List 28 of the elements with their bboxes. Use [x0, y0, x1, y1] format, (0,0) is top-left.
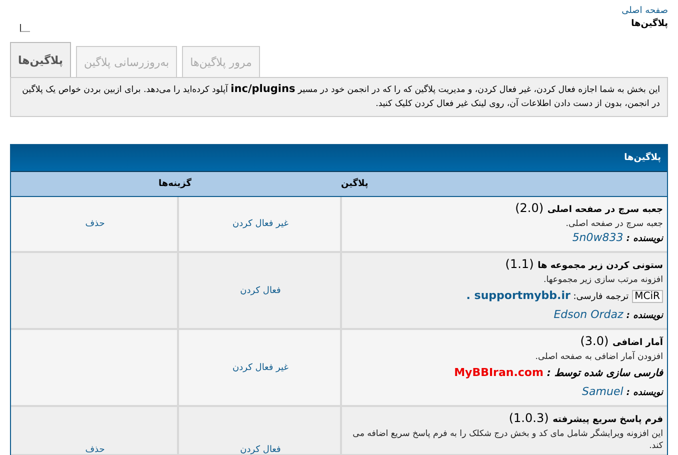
author-name: 5n0w833 [572, 231, 624, 244]
toggle-link[interactable]: غیر فعال کردن [232, 219, 288, 229]
toggle-link[interactable]: غیر فعال کردن [232, 362, 288, 372]
credit-badge: MCiR [632, 290, 663, 303]
delete-link[interactable]: حذف [85, 219, 105, 229]
toggle-link[interactable]: فعال کردن [240, 445, 281, 455]
author-label: نویسنده : [625, 388, 663, 398]
author-name: Edson Ordaz [554, 308, 624, 321]
author-label: نویسنده : [625, 311, 663, 321]
plugin-description: افزودن آمار اضافی به صفحه اصلی. [534, 351, 663, 363]
credit-label: ترجمه فارسی: [572, 292, 629, 302]
credit-suffix: . [466, 289, 472, 302]
table-title: پلاگین‌ها [11, 145, 667, 172]
plugin-description: افزونه مرتب سازی زیر مجموعها. [542, 274, 663, 286]
credit-label: فارسی سازی شده توسط : [546, 368, 663, 379]
author-name: Samuel [582, 385, 624, 398]
author-label: نویسنده : [625, 234, 663, 244]
plugin-description: جعبه سرچ در صفحه اصلی. [564, 218, 663, 230]
tab[interactable]: پلاگین‌ها [10, 42, 72, 77]
delete-link[interactable]: حذف [85, 445, 105, 455]
credit-link[interactable]: MyBBIran.com [454, 366, 544, 379]
column-header: پلاگین [340, 179, 368, 189]
toggle-link[interactable]: فعال کردن [240, 286, 281, 296]
home-link[interactable]: صفحه اصلی [622, 6, 668, 16]
page-title: پلاگین‌ها [630, 19, 668, 29]
credit-link[interactable]: supportmybb.ir [474, 289, 570, 302]
column-header: گزینه‌ها [158, 179, 192, 189]
plugin-description: این افزونه ویرایشگر شامل مای کد و بخش درج شکلک را به فرم پاسخ سریع اضافه می کند. [352, 428, 663, 452]
